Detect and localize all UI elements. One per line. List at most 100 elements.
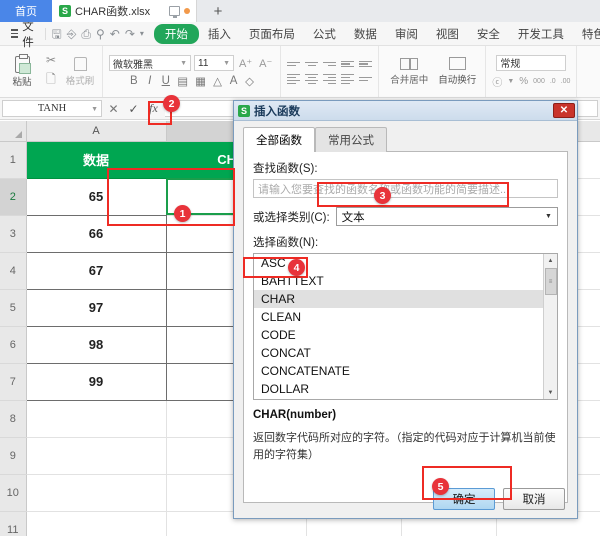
text-direction-icon[interactable] (359, 74, 372, 85)
align-center-icon[interactable] (305, 74, 318, 85)
cancel-x-icon[interactable]: ✕ (105, 102, 122, 116)
list-item-char[interactable]: CHAR (254, 290, 543, 308)
cell-a3[interactable]: 66 (26, 215, 166, 252)
row-header-7[interactable]: 7 (0, 363, 26, 400)
cell-a9[interactable] (26, 437, 166, 474)
fx-icon[interactable]: fx (145, 101, 162, 116)
ribbon-tab-page-layout[interactable]: 页面布局 (240, 24, 304, 44)
increase-indent-icon[interactable] (359, 59, 372, 70)
align-middle-icon[interactable] (305, 59, 318, 70)
fill-shape-icon[interactable]: △ (211, 74, 224, 88)
document-tab[interactable]: S CHAR函数.xlsx (52, 0, 197, 22)
row-header-2[interactable]: 2 (0, 178, 26, 215)
cell-a8[interactable] (26, 400, 166, 437)
home-tab[interactable]: 首页 (0, 0, 52, 22)
ribbon-tab-review[interactable]: 审阅 (386, 24, 427, 44)
font-size-input[interactable]: 11 ▼ (194, 55, 234, 71)
align-right-icon[interactable] (323, 74, 336, 85)
cell-a1[interactable]: 数据 (26, 141, 166, 178)
cut-icon[interactable]: ✂ (46, 53, 56, 67)
close-icon[interactable]: ✕ (553, 103, 575, 118)
print-icon[interactable]: ⎙ (81, 28, 91, 40)
redo-icon[interactable]: ↷ (125, 28, 135, 40)
cell-a11[interactable] (26, 511, 166, 536)
decrease-indent-icon[interactable] (341, 59, 354, 70)
row-header-9[interactable]: 9 (0, 437, 26, 474)
cell-style-icon[interactable]: ▦ (193, 74, 208, 88)
fill-color-icon[interactable]: ◇ (243, 74, 256, 88)
row-header-8[interactable]: 8 (0, 400, 26, 437)
new-tab-button[interactable]: + (197, 0, 239, 22)
paste-button[interactable]: 粘贴 (5, 56, 39, 88)
ribbon-tab-security[interactable]: 安全 (468, 24, 509, 44)
insert-function-dialog[interactable]: S 插入函数 ✕ 全部函数 常用公式 查找函数(S): 请输入您要查找的函数名称… (233, 100, 578, 519)
currency-icon[interactable]: ⓒ (492, 74, 502, 89)
ribbon-tab-developer[interactable]: 开发工具 (509, 24, 573, 44)
list-item[interactable]: CLEAN (254, 308, 543, 326)
list-item[interactable]: CONCATENATE (254, 362, 543, 380)
cell-a7[interactable]: 99 (26, 363, 166, 400)
decrease-decimal-icon[interactable]: .00 (561, 78, 571, 85)
select-all-corner[interactable] (0, 121, 26, 141)
undo-icon[interactable]: ↶ (110, 28, 120, 40)
justify-icon[interactable] (341, 74, 354, 85)
align-bottom-icon[interactable] (323, 59, 336, 70)
monitor-icon[interactable] (169, 6, 180, 16)
name-box[interactable]: TANH ▼ (2, 100, 102, 117)
row-header-5[interactable]: 5 (0, 289, 26, 326)
row-header-10[interactable]: 10 (0, 474, 26, 511)
ribbon-tab-view[interactable]: 视图 (427, 24, 468, 44)
row-header-1[interactable]: 1 (0, 141, 26, 178)
cell-a4[interactable]: 67 (26, 252, 166, 289)
file-menu-button[interactable]: 文件 (4, 18, 45, 50)
list-item[interactable]: DOLLAR (254, 380, 543, 398)
ribbon-tab-start[interactable]: 开始 (154, 24, 199, 44)
scrollbar-thumb[interactable]: ≡ (545, 268, 557, 295)
cancel-button[interactable]: 取消 (503, 488, 565, 510)
tab-all-functions[interactable]: 全部函数 (243, 127, 315, 152)
confirm-check-icon[interactable]: ✓ (125, 102, 142, 116)
ribbon-tab-features[interactable]: 特色功能 (573, 24, 600, 44)
italic-button[interactable]: I (143, 75, 156, 87)
cell-a10[interactable] (26, 474, 166, 511)
tab-common-formulas[interactable]: 常用公式 (315, 127, 387, 152)
qat-more-icon[interactable]: ▾ (140, 30, 144, 38)
ribbon-tab-data[interactable]: 数据 (345, 24, 386, 44)
save-icon[interactable]: 🖫 (52, 28, 62, 40)
function-list-scrollbar[interactable]: ▲ ≡ ▼ (543, 254, 557, 399)
merge-center-button[interactable]: 合并居中 (384, 58, 434, 86)
number-format-select[interactable]: 常规 (496, 55, 566, 71)
search-function-input[interactable]: 请输入您要查找的函数名称或函数功能的简要描述... (253, 179, 558, 198)
wrap-text-button[interactable]: 自动换行 (434, 57, 480, 86)
row-header-4[interactable]: 4 (0, 252, 26, 289)
format-painter-button[interactable]: 格式刷 (63, 57, 97, 87)
category-select[interactable]: 文本 ▼ (336, 207, 558, 226)
row-header-3[interactable]: 3 (0, 215, 26, 252)
ribbon-tab-insert[interactable]: 插入 (199, 24, 240, 44)
font-color-icon[interactable]: A (227, 75, 240, 87)
cell-a6[interactable]: 98 (26, 326, 166, 363)
row-header-6[interactable]: 6 (0, 326, 26, 363)
comma-style-icon[interactable]: 000 (533, 78, 545, 85)
increase-decimal-icon[interactable]: .0 (550, 78, 556, 85)
find-icon[interactable]: ⚲ (96, 28, 105, 40)
copy-icon[interactable]: 🗋 (46, 70, 56, 91)
scroll-up-icon[interactable]: ▲ (544, 254, 558, 267)
row-header-11[interactable]: 11 (0, 511, 26, 536)
cell-a5[interactable]: 97 (26, 289, 166, 326)
list-item[interactable]: CONCAT (254, 344, 543, 362)
underline-button[interactable]: U (159, 75, 172, 87)
scroll-down-icon[interactable]: ▼ (544, 386, 558, 399)
ribbon-tab-formula[interactable]: 公式 (304, 24, 345, 44)
percent-style-icon[interactable]: % (519, 76, 528, 87)
list-item[interactable]: CODE (254, 326, 543, 344)
print-preview-icon[interactable]: ⎆ (67, 28, 77, 40)
increase-font-icon[interactable]: A⁺ (237, 57, 254, 70)
column-header-a[interactable]: A (26, 121, 166, 141)
cell-a2[interactable]: 65 (26, 178, 166, 215)
font-name-input[interactable]: 微软雅黑 ▼ (109, 55, 191, 71)
bold-button[interactable]: B (127, 75, 140, 87)
align-top-icon[interactable] (287, 59, 300, 70)
align-left-icon[interactable] (287, 74, 300, 85)
borders-icon[interactable]: ▤ (175, 74, 190, 88)
